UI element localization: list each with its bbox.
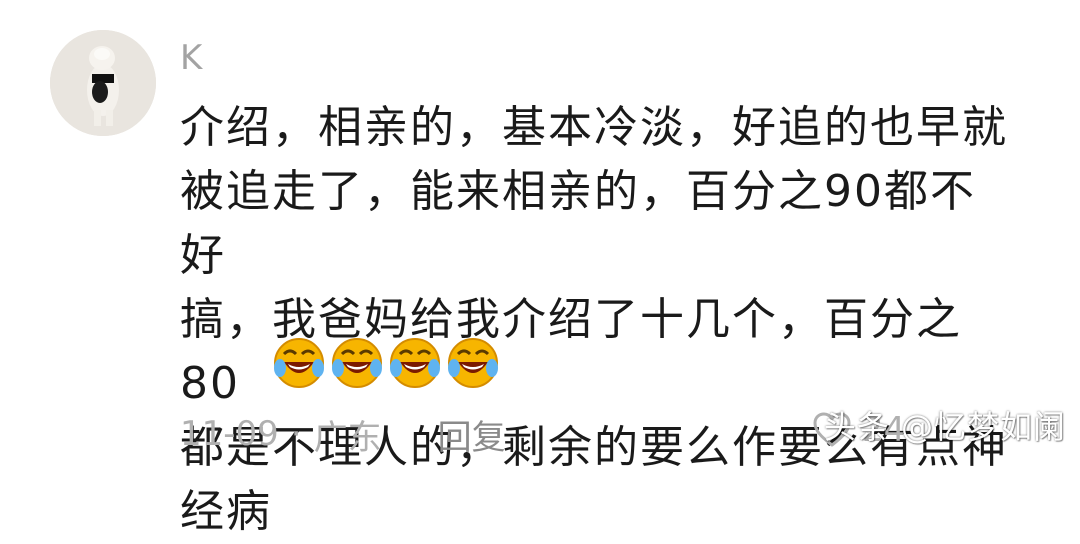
comment-meta: 11-09 · 广东 回复	[180, 410, 506, 459]
meta-separator: ·	[290, 414, 302, 454]
comment-item: K 介绍，相亲的，基本冷淡，好追的也早就 被追走了，能来相亲的，百分之90都不好…	[0, 0, 1080, 537]
comment-date: 11-09	[180, 414, 279, 454]
laughing-crying-emoji	[274, 338, 324, 388]
avatar[interactable]	[50, 30, 156, 136]
laughing-crying-emoji	[390, 338, 440, 388]
username[interactable]: K	[180, 36, 203, 80]
comment-location: 广东	[313, 417, 382, 458]
comment-text: 介绍，相亲的，基本冷淡，好追的也早就 被追走了，能来相亲的，百分之90都不好 搞…	[180, 102, 1008, 537]
watermark: 头条 @忆梦如阑	[823, 408, 1066, 446]
reply-button[interactable]: 回复	[438, 410, 506, 459]
emoji-row	[272, 336, 500, 392]
dog-avatar-image	[50, 30, 156, 136]
laughing-crying-emoji	[448, 338, 498, 388]
laughing-crying-emoji	[332, 338, 382, 388]
